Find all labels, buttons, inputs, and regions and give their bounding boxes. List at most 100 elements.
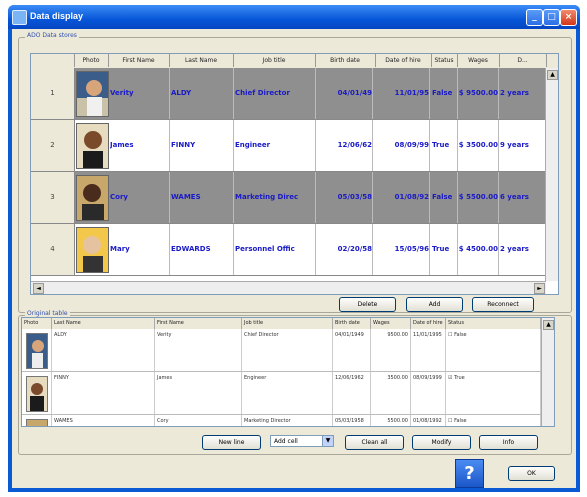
- cell-status[interactable]: ☐ False: [446, 415, 541, 426]
- delete-button[interactable]: Delete: [339, 297, 396, 312]
- cell-birth-date[interactable]: 05/03/1958: [333, 415, 371, 426]
- cell-wages[interactable]: 3500.00: [371, 372, 411, 414]
- cell-job-title[interactable]: Chief Director: [242, 329, 333, 371]
- cell-wages[interactable]: $ 3500.00: [457, 120, 499, 171]
- cell-last-name[interactable]: FINNY: [171, 120, 234, 171]
- col-wages[interactable]: Wages: [371, 318, 411, 329]
- col-photo[interactable]: Photo: [74, 54, 109, 67]
- cell-wages[interactable]: 9500.00: [371, 329, 411, 371]
- scroll-up-arrow-icon[interactable]: ▲: [543, 320, 554, 330]
- cell-last-name[interactable]: EDWARDS: [171, 224, 234, 275]
- cell-date-of-hire[interactable]: 11/01/95: [375, 68, 430, 119]
- grid-vertical-scrollbar[interactable]: ▲: [545, 68, 558, 281]
- cell-last-name[interactable]: WAMES: [171, 172, 234, 223]
- ok-button[interactable]: OK: [508, 466, 555, 481]
- cell-birth-date[interactable]: 04/01/49: [315, 68, 373, 119]
- cell-date-of-hire[interactable]: 01/08/1992: [411, 415, 446, 426]
- cell-first-name[interactable]: James: [155, 372, 242, 414]
- cell-date-of-hire[interactable]: 08/09/1999: [411, 372, 446, 414]
- cell-job-title[interactable]: Chief Director: [235, 68, 316, 119]
- cell-date-of-hire[interactable]: 08/09/99: [375, 120, 430, 171]
- cell-birth-date[interactable]: 12/06/62: [315, 120, 373, 171]
- col-first-name[interactable]: First Name: [155, 318, 242, 329]
- grid-row[interactable]: 2 James FINNY Engineer 12/06/62 08/09/99…: [31, 120, 558, 172]
- help-icon[interactable]: ?: [455, 459, 484, 488]
- col-date-of-hire[interactable]: Date of hire: [375, 54, 432, 67]
- cell-birth-date[interactable]: 04/01/1949: [333, 329, 371, 371]
- col-photo[interactable]: Photo: [22, 318, 52, 329]
- cell-date-of-hire[interactable]: 15/05/96: [375, 224, 430, 275]
- cell-last-name[interactable]: ALDY: [52, 329, 155, 371]
- col-status[interactable]: Status: [431, 54, 458, 67]
- add-button[interactable]: Add: [406, 297, 463, 312]
- col-birth-date[interactable]: Birth date: [315, 54, 376, 67]
- cell-job-title[interactable]: Personnel Offic: [235, 224, 316, 275]
- col-last-name[interactable]: Last Name: [52, 318, 155, 329]
- cell-status[interactable]: ☐ False: [446, 329, 541, 371]
- ado-data-grid[interactable]: Photo First Name Last Name Job title Bir…: [30, 53, 559, 295]
- cell-birth-date[interactable]: 02/20/58: [315, 224, 373, 275]
- cell-duration[interactable]: 2 years: [500, 224, 547, 275]
- cell-last-name[interactable]: ALDY: [171, 68, 234, 119]
- grid-row[interactable]: 1 Verity ALDY Chief Director 04/01/49 11…: [31, 68, 558, 120]
- col-date-of-hire[interactable]: Date of hire: [411, 318, 446, 329]
- col-job-title[interactable]: Job title: [233, 54, 316, 67]
- table-row[interactable]: WAMES Cory Marketing Director 05/03/1958…: [22, 415, 541, 426]
- table-vertical-scrollbar[interactable]: ▲: [541, 318, 554, 426]
- cell-wages[interactable]: $ 5500.00: [457, 172, 499, 223]
- cell-first-name[interactable]: Mary: [110, 224, 170, 275]
- cell-status[interactable]: ☑ True: [446, 372, 541, 414]
- col-job-title[interactable]: Job title: [242, 318, 333, 329]
- grid-horizontal-scrollbar[interactable]: ◄ ►: [31, 281, 546, 294]
- minimize-button[interactable]: _: [526, 9, 543, 26]
- original-table[interactable]: Photo Last Name First Name Job title Bir…: [21, 317, 555, 427]
- scroll-right-arrow-icon[interactable]: ►: [534, 283, 545, 294]
- cell-job-title[interactable]: Marketing Direc: [235, 172, 316, 223]
- cell-status[interactable]: False: [432, 68, 458, 119]
- cell-last-name[interactable]: FINNY: [52, 372, 155, 414]
- grid-row[interactable]: 3 Cory WAMES Marketing Direc 05/03/58 01…: [31, 172, 558, 224]
- scroll-up-arrow-icon[interactable]: ▲: [547, 70, 558, 80]
- cell-job-title[interactable]: Engineer: [242, 372, 333, 414]
- reconnect-button[interactable]: Reconnect: [472, 297, 534, 312]
- info-button[interactable]: Info: [479, 435, 538, 450]
- maximize-button[interactable]: □: [543, 9, 560, 26]
- new-line-button[interactable]: New line: [202, 435, 261, 450]
- cell-date-of-hire[interactable]: 11/01/1995: [411, 329, 446, 371]
- cell-birth-date[interactable]: 05/03/58: [315, 172, 373, 223]
- cell-job-title[interactable]: Engineer: [235, 120, 316, 171]
- cell-first-name[interactable]: James: [110, 120, 170, 171]
- col-status[interactable]: Status: [446, 318, 541, 329]
- cell-birth-date[interactable]: 12/06/1962: [333, 372, 371, 414]
- cell-wages[interactable]: $ 9500.00: [457, 68, 499, 119]
- chevron-down-icon[interactable]: ▼: [322, 436, 333, 446]
- table-row[interactable]: ALDY Verity Chief Director 04/01/1949 95…: [22, 329, 541, 372]
- close-button[interactable]: ×: [560, 9, 577, 26]
- cell-mode-select[interactable]: Add cell ▼: [270, 435, 334, 447]
- col-duration[interactable]: D...: [499, 54, 547, 67]
- cell-first-name[interactable]: Cory: [155, 415, 242, 426]
- cell-job-title[interactable]: Marketing Director: [242, 415, 333, 426]
- cell-duration[interactable]: 9 years: [500, 120, 547, 171]
- col-first-name[interactable]: First Name: [108, 54, 170, 67]
- cell-status[interactable]: True: [432, 224, 458, 275]
- cell-status[interactable]: True: [432, 120, 458, 171]
- cell-last-name[interactable]: WAMES: [52, 415, 155, 426]
- scroll-left-arrow-icon[interactable]: ◄: [33, 283, 44, 294]
- clean-all-button[interactable]: Clean all: [345, 435, 404, 450]
- grid-row[interactable]: 4 Mary EDWARDS Personnel Offic 02/20/58 …: [31, 224, 558, 276]
- cell-first-name[interactable]: Verity: [110, 68, 170, 119]
- cell-duration[interactable]: 6 years: [500, 172, 547, 223]
- col-last-name[interactable]: Last Name: [169, 54, 234, 67]
- cell-wages[interactable]: 5500.00: [371, 415, 411, 426]
- col-wages[interactable]: Wages: [457, 54, 500, 67]
- cell-duration[interactable]: 2 years: [500, 68, 547, 119]
- cell-status[interactable]: False: [432, 172, 458, 223]
- cell-date-of-hire[interactable]: 01/08/92: [375, 172, 430, 223]
- table-row[interactable]: FINNY James Engineer 12/06/1962 3500.00 …: [22, 372, 541, 415]
- cell-first-name[interactable]: Verity: [155, 329, 242, 371]
- cell-first-name[interactable]: Cory: [110, 172, 170, 223]
- col-birth-date[interactable]: Birth date: [333, 318, 371, 329]
- modify-button[interactable]: Modify: [412, 435, 471, 450]
- cell-wages[interactable]: $ 4500.00: [457, 224, 499, 275]
